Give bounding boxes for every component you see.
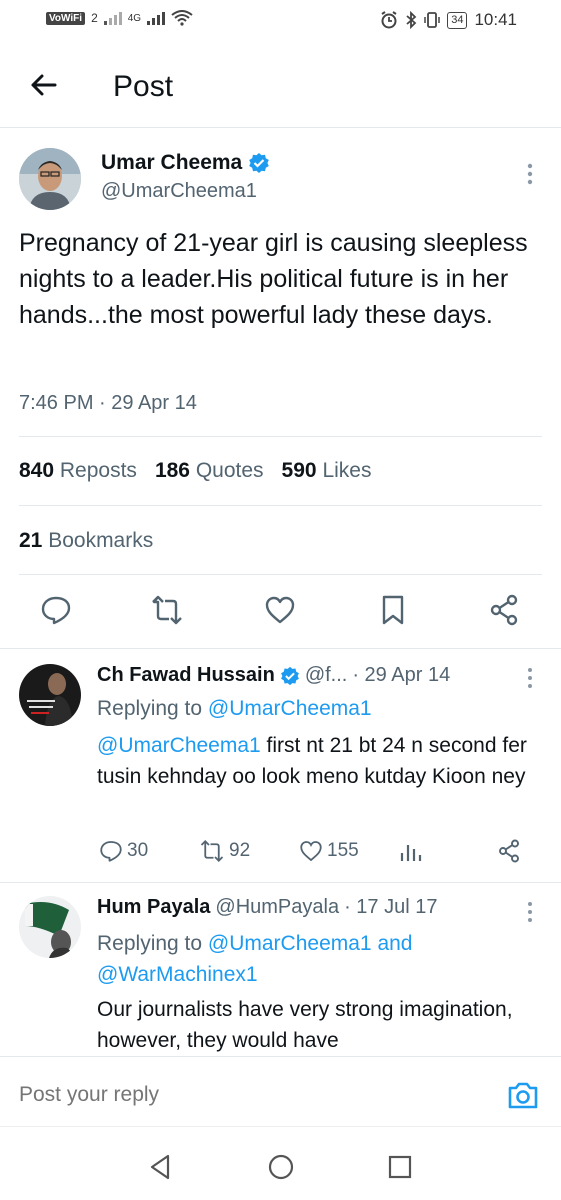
bluetooth-icon [406, 11, 417, 29]
reply-avatar[interactable] [19, 664, 81, 726]
repost-icon [200, 839, 224, 863]
sim-indicator: 2 [91, 11, 98, 25]
battery-indicator: 34 [447, 11, 468, 29]
like-icon[interactable] [264, 594, 296, 626]
analytics-icon[interactable] [399, 839, 423, 863]
arrow-left-icon[interactable] [26, 68, 60, 102]
likes-stat[interactable]: 590 Likes [282, 459, 372, 483]
alarm-icon [381, 11, 397, 29]
nav-back-icon[interactable] [146, 1152, 176, 1182]
reply-handle[interactable]: @f... [305, 664, 348, 687]
reply-count-button[interactable]: 30 [99, 839, 148, 863]
like-count: 155 [327, 840, 359, 861]
author-name[interactable]: Umar Cheema [101, 151, 270, 175]
reply-item[interactable]: Ch Fawad Hussain @f... · 29 Apr 14 Reply… [0, 648, 561, 882]
reply-text: @UmarCheema1 first nt 21 bt 24 n second … [97, 730, 537, 792]
reply-date: · 29 Apr 14 [352, 664, 451, 686]
reply-avatar-image [19, 896, 81, 958]
reply-text: Our journalists have very strong imagina… [97, 998, 513, 1052]
divider [19, 505, 542, 506]
clock: 10:41 [474, 10, 517, 29]
reply-item[interactable]: Hum Payala @HumPayala · 17 Jul 17 Replyi… [0, 882, 561, 1056]
reposts-label: Reposts [59, 459, 137, 482]
reply-author-name[interactable]: Hum Payala [97, 896, 210, 919]
page-title: Post [113, 70, 174, 103]
avatar[interactable] [19, 148, 81, 210]
likes-count: 590 [281, 459, 317, 482]
bookmark-icon[interactable] [377, 594, 409, 626]
more-options-icon[interactable] [520, 665, 540, 691]
reply-icon[interactable] [40, 594, 72, 626]
reply-count: 30 [127, 840, 149, 861]
like-count-button[interactable]: 155 [299, 839, 359, 863]
header: Post [0, 52, 561, 128]
vowifi-label: VoWiFi [46, 11, 86, 25]
reply-avatar[interactable] [19, 896, 81, 958]
replying-to: Replying to @UmarCheema1 and @WarMachine… [97, 928, 537, 990]
tweet-timestamp[interactable]: 7:46 PM · 29 Apr 14 [19, 392, 197, 415]
like-icon [300, 841, 322, 862]
quotes-count: 186 [154, 459, 190, 482]
reply-avatar-image [19, 664, 81, 726]
wifi-icon [171, 10, 193, 26]
reply-header: Hum Payala @HumPayala · 17 Jul 17 [97, 896, 437, 919]
reply-header: Ch Fawad Hussain @f... · 29 Apr 14 [97, 664, 450, 687]
reply-icon [100, 841, 122, 862]
tweet-actions [0, 594, 561, 634]
reply-composer [0, 1056, 561, 1126]
bookmarks-stat[interactable]: 21 Bookmarks [19, 529, 153, 553]
tweet-text: Pregnancy of 21-year girl is causing sle… [19, 229, 528, 329]
share-icon[interactable] [497, 839, 521, 863]
reply-actions: 30 92 155 [97, 839, 537, 867]
status-left: VoWiFi 2 4G [46, 10, 193, 26]
author-handle[interactable]: @UmarCheema1 [101, 180, 257, 203]
more-options-icon[interactable] [520, 899, 540, 925]
replying-to-link[interactable]: @UmarCheema1 and [208, 932, 413, 955]
repost-icon[interactable] [151, 594, 183, 626]
nav-recents-icon[interactable] [385, 1152, 415, 1182]
share-icon[interactable] [488, 594, 520, 626]
replying-label: Replying to [97, 697, 203, 720]
more-options-icon[interactable] [520, 160, 540, 188]
reply-input[interactable] [19, 1083, 290, 1107]
avatar-image [19, 148, 81, 210]
divider [19, 574, 542, 575]
nav-home-icon[interactable] [266, 1152, 296, 1182]
replying-label: Replying to [97, 932, 203, 955]
reply-author-name[interactable]: Ch Fawad Hussain [97, 664, 275, 687]
network-label: 4G [127, 12, 142, 24]
vibrate-icon [424, 12, 440, 28]
bookmarks-count: 21 [19, 529, 43, 552]
repost-count: 92 [229, 840, 251, 861]
mention-link[interactable]: @UmarCheema1 [97, 734, 261, 757]
divider [19, 436, 542, 437]
reposts-count: 840 [19, 459, 55, 482]
verified-badge-icon [280, 666, 299, 685]
reposts-stat[interactable]: 840 Reposts [19, 459, 137, 483]
author-name-text: Umar Cheema [101, 151, 243, 174]
quotes-label: Quotes [195, 459, 264, 482]
status-right: 34 10:41 [380, 10, 517, 30]
signal-icon-2 [147, 12, 166, 25]
quotes-stat[interactable]: 186 Quotes [155, 459, 264, 483]
status-bar: VoWiFi 2 4G 34 10:41 [0, 0, 561, 40]
replying-to: Replying to @UmarCheema1 [97, 693, 537, 724]
likes-label: Likes [322, 459, 372, 482]
repost-count-button[interactable]: 92 [199, 839, 250, 863]
engagement-stats: 840 Reposts 186 Quotes 590 Likes [19, 459, 371, 483]
bookmarks-label: Bookmarks [48, 529, 154, 552]
reply-date: · 17 Jul 17 [344, 896, 438, 918]
verified-badge-icon [249, 153, 270, 173]
camera-icon[interactable] [506, 1079, 540, 1111]
reply-handle[interactable]: @HumPayala [215, 896, 339, 919]
signal-icon [103, 12, 122, 25]
replying-to-link[interactable]: @UmarCheema1 [208, 697, 372, 720]
replying-to-link-2[interactable]: @WarMachinex1 [97, 963, 258, 986]
system-nav-bar [0, 1126, 561, 1200]
